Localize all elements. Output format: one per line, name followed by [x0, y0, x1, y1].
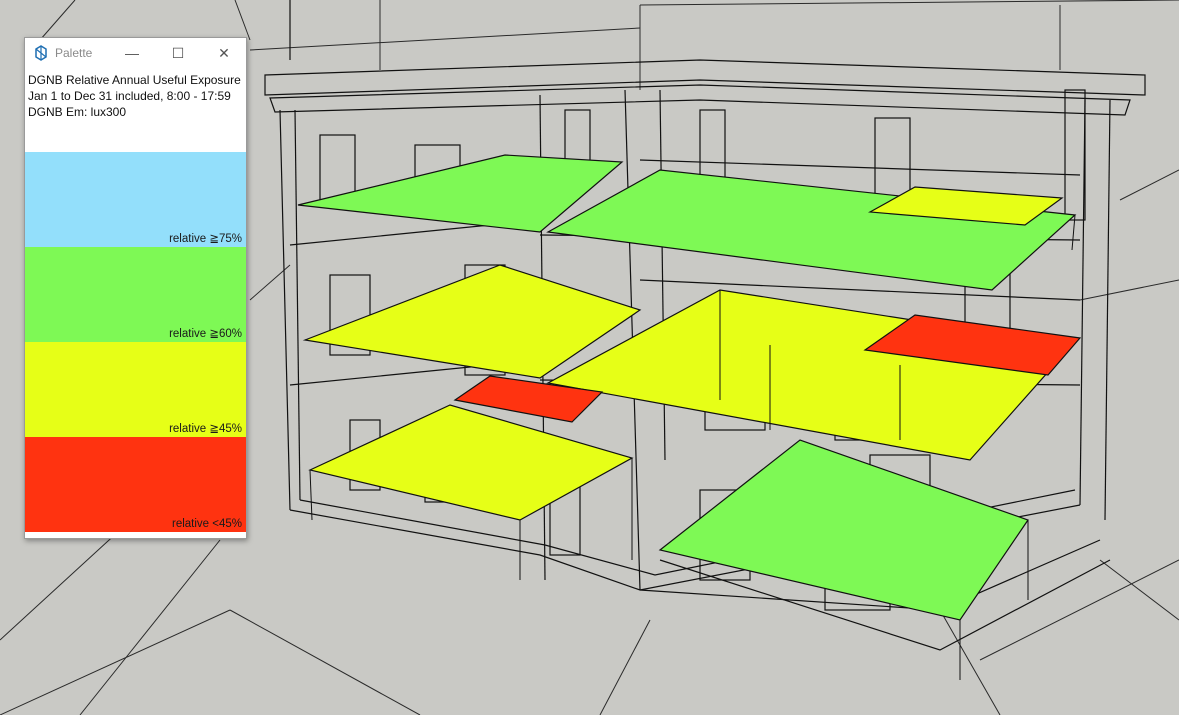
- period-text: Jan 1 to Dec 31 included, 8:00 - 17:59: [28, 89, 231, 103]
- threshold-text: DGNB Em: lux300: [28, 105, 127, 119]
- legend-band-60: relative ≧60%: [25, 247, 246, 342]
- legend-band-45: relative ≧45%: [25, 342, 246, 437]
- legend-label: relative ≧60%: [169, 328, 242, 340]
- metric-title: DGNB Relative Annual Useful Exposure: [28, 73, 241, 87]
- slab-low-right: [658, 439, 1029, 621]
- legend-label: relative <45%: [172, 518, 242, 530]
- slab-top-right: [546, 169, 1077, 291]
- legend-label: relative ≧75%: [169, 233, 242, 245]
- close-button[interactable]: ✕: [201, 38, 246, 68]
- slab-low-left: [308, 404, 634, 521]
- window-title: Palette: [55, 46, 93, 60]
- palette-titlebar[interactable]: Palette — ☐ ✕: [25, 38, 246, 68]
- floor-slabs: [297, 154, 1082, 621]
- legend-label: relative ≧45%: [169, 423, 242, 435]
- minimize-button[interactable]: —: [109, 38, 155, 68]
- sketchup-icon: [35, 45, 47, 61]
- exposure-info: DGNB Relative Annual Useful Exposure Jan…: [25, 68, 246, 120]
- palette-window[interactable]: Palette — ☐ ✕ DGNB Relative Annual Usefu…: [24, 37, 247, 539]
- legend-band-75: relative ≧75%: [25, 152, 246, 247]
- maximize-button[interactable]: ☐: [155, 38, 201, 68]
- legend-band-below-45: relative <45%: [25, 437, 246, 532]
- color-legend: relative ≧75% relative ≧60% relative ≧45…: [25, 152, 246, 532]
